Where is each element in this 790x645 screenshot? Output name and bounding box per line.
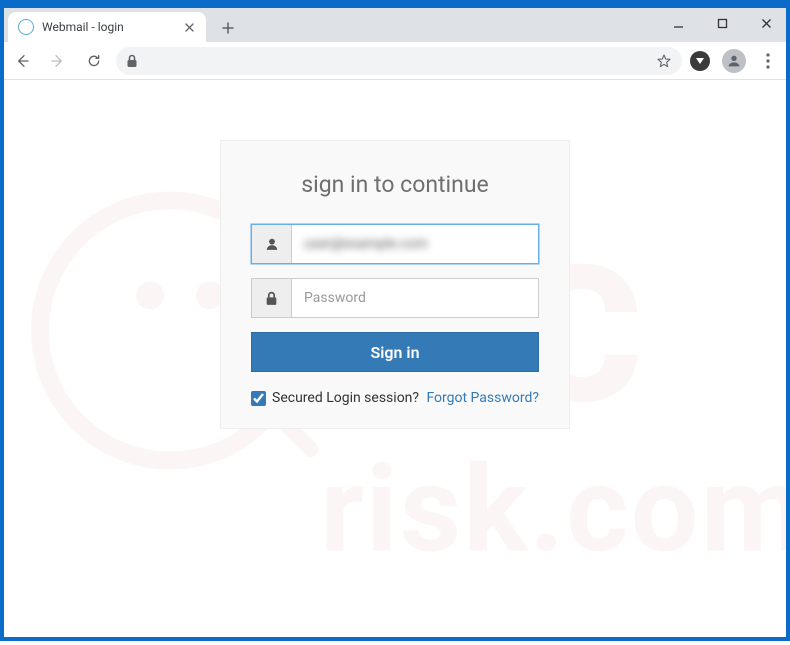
- bookmark-button[interactable]: [656, 53, 672, 69]
- tab-strip: Webmail - login: [0, 8, 790, 42]
- star-icon: [656, 53, 672, 69]
- username-row: [251, 224, 539, 264]
- nav-reload-button[interactable]: [80, 47, 108, 75]
- window-controls: [656, 8, 788, 38]
- reload-icon: [86, 53, 102, 69]
- lock-icon: [126, 54, 138, 68]
- window-close-button[interactable]: [744, 9, 788, 37]
- username-input[interactable]: [292, 225, 538, 263]
- window-minimize-button[interactable]: [656, 9, 700, 37]
- login-card: sign in to continue Sign in Secured Logi…: [220, 140, 570, 429]
- forgot-password-link[interactable]: Forgot Password?: [426, 390, 539, 406]
- browser-tab[interactable]: Webmail - login: [8, 12, 206, 42]
- window-maximize-button[interactable]: [700, 9, 744, 37]
- tab-close-button[interactable]: [182, 20, 196, 34]
- password-row: [251, 278, 539, 318]
- close-icon: [761, 18, 772, 29]
- kebab-icon: [766, 53, 770, 69]
- password-input[interactable]: [292, 279, 538, 317]
- secured-login-checkbox[interactable]: [251, 391, 266, 406]
- address-input[interactable]: [146, 53, 648, 68]
- person-icon: [726, 53, 742, 69]
- signin-button[interactable]: Sign in: [251, 332, 539, 372]
- secured-login-label: Secured Login session?: [272, 390, 419, 406]
- plus-icon: [222, 22, 234, 34]
- arrow-left-icon: [14, 53, 30, 69]
- close-icon: [185, 23, 194, 32]
- lock-icon: [252, 279, 292, 317]
- arrow-right-icon: [50, 53, 66, 69]
- page-content: PC risk.com sign in to continue Sign in …: [0, 80, 790, 641]
- svg-text:risk.com: risk.com: [320, 441, 790, 581]
- new-tab-button[interactable]: [214, 14, 242, 42]
- secured-login-checkbox-wrap[interactable]: Secured Login session?: [251, 390, 419, 406]
- login-heading: sign in to continue: [251, 171, 539, 198]
- extension-badge[interactable]: [690, 51, 710, 71]
- tab-title: Webmail - login: [42, 20, 174, 34]
- nav-back-button[interactable]: [8, 47, 36, 75]
- minimize-icon: [673, 18, 684, 29]
- user-icon: [252, 225, 292, 263]
- browser-menu-button[interactable]: [754, 47, 782, 75]
- address-bar[interactable]: [116, 47, 682, 75]
- maximize-icon: [717, 18, 728, 29]
- browser-toolbar: [0, 42, 790, 80]
- nav-forward-button[interactable]: [44, 47, 72, 75]
- profile-button[interactable]: [722, 49, 746, 73]
- window-titlebar: [0, 0, 790, 8]
- tab-favicon: [18, 19, 34, 35]
- login-footer: Secured Login session? Forgot Password?: [251, 390, 539, 406]
